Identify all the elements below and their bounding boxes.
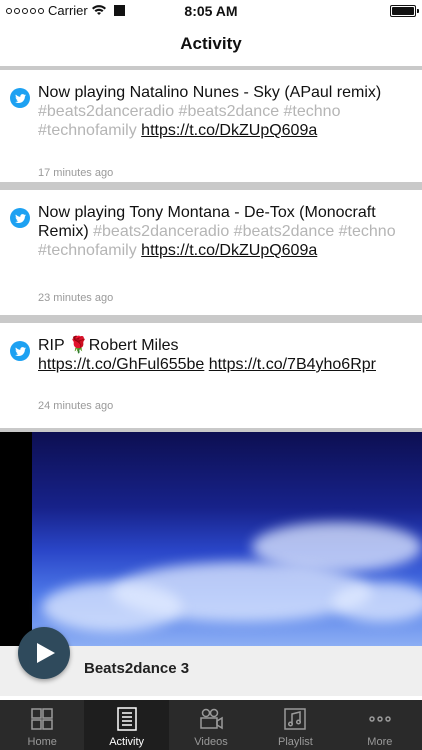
video-camera-icon — [200, 708, 223, 730]
now-playing-title: Beats2dance 3 — [84, 660, 190, 677]
grid-icon — [31, 708, 53, 730]
tab-label: Videos — [194, 736, 228, 748]
tweet-card[interactable]: RIP 🌹Robert Miles https://t.co/GhFul655b… — [0, 319, 422, 432]
tweet-link[interactable]: https://t.co/DkZUpQ609a — [141, 122, 317, 139]
tab-videos[interactable]: Videos — [169, 700, 253, 750]
tweet-text: RIP 🌹Robert Miles — [38, 337, 179, 354]
tweet-link-secondary[interactable]: https://t.co/7B4yho6Rpr — [209, 356, 376, 373]
tab-activity[interactable]: Activity — [84, 700, 169, 750]
tab-more[interactable]: More — [338, 700, 422, 750]
tab-bar: Home Activity Videos Playlist More — [0, 700, 422, 750]
tweet-timestamp: 17 minutes ago — [38, 167, 114, 179]
status-bar: Carrier 8:05 AM — [0, 0, 422, 22]
twitter-bird-icon — [10, 88, 30, 108]
play-icon — [37, 643, 55, 663]
tweet-card[interactable]: Now playing Natalino Nunes - Sky (APaul … — [0, 66, 422, 186]
status-time: 8:05 AM — [184, 3, 238, 19]
tweet-timestamp: 23 minutes ago — [38, 292, 114, 304]
tab-home[interactable]: Home — [0, 700, 84, 750]
tab-label: Playlist — [278, 736, 313, 748]
battery-icon — [390, 5, 419, 17]
tweet-link[interactable]: https://t.co/DkZUpQ609a — [141, 242, 317, 259]
tweet-body: RIP 🌹Robert Miles https://t.co/GhFul655b… — [38, 336, 406, 374]
twitter-bird-icon — [10, 208, 30, 228]
music-note-icon — [284, 708, 307, 730]
tab-playlist[interactable]: Playlist — [253, 700, 337, 750]
tab-label: More — [367, 736, 393, 748]
list-icon — [116, 707, 137, 731]
tweet-timestamp: 24 minutes ago — [38, 400, 114, 412]
navigation-bar: Activity — [0, 22, 422, 66]
page-title: Activity — [180, 34, 242, 53]
video-frame — [32, 432, 422, 648]
tab-label: Home — [27, 736, 57, 748]
tweet-body: Now playing Natalino Nunes - Sky (APaul … — [38, 83, 406, 140]
twitter-bird-icon — [10, 341, 30, 361]
tweet-link[interactable]: https://t.co/GhFul655be — [38, 356, 204, 373]
tweet-text: Now playing Natalino Nunes - Sky (APaul … — [38, 84, 382, 101]
tweet-body: Now playing Tony Montana - De-Tox (Monoc… — [38, 203, 406, 260]
tweet-card[interactable]: Now playing Tony Montana - De-Tox (Monoc… — [0, 186, 422, 319]
play-button[interactable] — [18, 627, 70, 679]
ellipsis-icon — [369, 716, 391, 722]
tab-label: Activity — [109, 736, 145, 748]
